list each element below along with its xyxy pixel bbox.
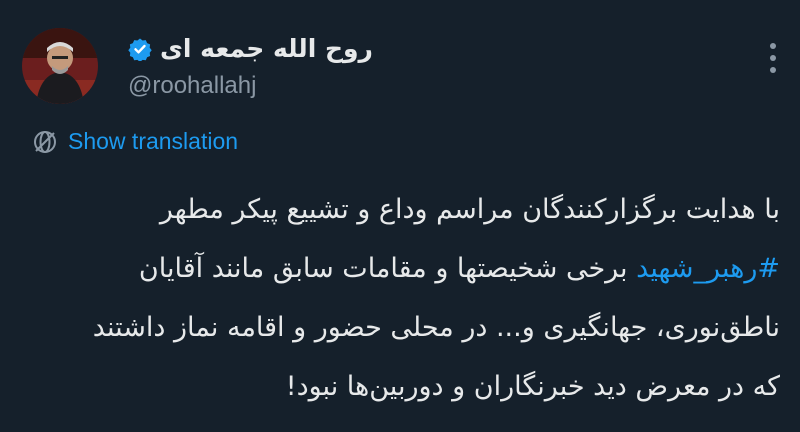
author-handle[interactable]: @roohallahj: [128, 72, 256, 100]
author-display-name: روح الله جمعه ای: [160, 34, 373, 63]
more-options-icon[interactable]: [766, 40, 780, 76]
avatar[interactable]: [22, 28, 98, 104]
tweet-line-4: که در معرض دید خبرنگاران و دوربین‌ها نبو…: [285, 371, 780, 402]
tweet-line-1: با هدایت برگزارکنندگان مراسم وداع و تشیی…: [159, 194, 780, 225]
author-name-row[interactable]: روح الله جمعه ای: [128, 34, 373, 63]
tweet-card: روح الله جمعه ای @roohallahj Show transl…: [0, 0, 800, 432]
show-translation-label: Show translation: [68, 128, 239, 154]
tweet-line-2-text: برخی شخیصتها و مقامات سابق مانند آقایان: [138, 253, 637, 284]
verified-badge-icon: [128, 38, 152, 61]
tweet-text: با هدایت برگزارکنندگان مراسم وداع و تشیی…: [20, 180, 780, 416]
hashtag-link[interactable]: #رهبر_شهید: [636, 253, 780, 284]
tweet-line-3: ناطق‌نوری، جهانگیری و... در محلی حضور و …: [92, 312, 780, 343]
tweet-line-2: #رهبر_شهید برخی شخیصتها و مقامات سابق ما…: [20, 239, 780, 298]
translate-globe-icon: [34, 130, 56, 153]
show-translation-link[interactable]: Show translation: [32, 128, 238, 155]
